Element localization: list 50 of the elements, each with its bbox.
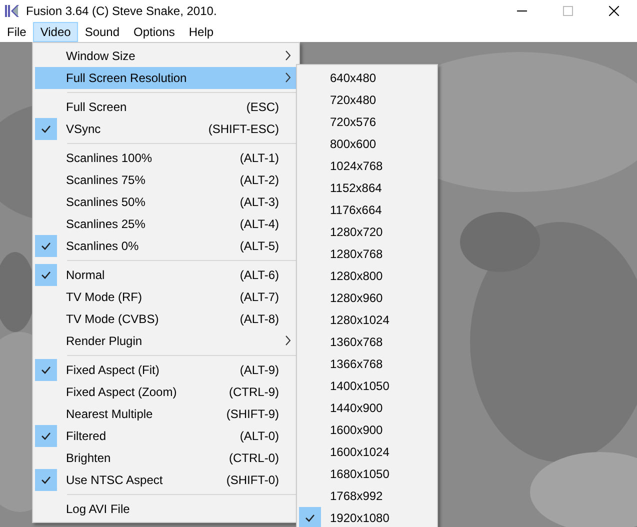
menu-item[interactable]: Render Plugin [35,330,297,352]
menu-item[interactable]: 1440x900 [299,397,435,419]
window-title: Fusion 3.64 (C) Steve Snake, 2010. [26,3,217,20]
menu-item[interactable]: Fixed Aspect (Fit) (ALT-9) [35,359,297,381]
menu-item[interactable]: Full Screen Resolution [35,67,297,89]
menu-item[interactable]: Fixed Aspect (Zoom) (CTRL-9) [35,381,297,403]
menu-item[interactable]: 1768x992 [299,485,435,507]
menu-item[interactable]: Filtered (ALT-0) [35,425,297,447]
menu-item[interactable]: Help [182,22,221,42]
menu-item[interactable]: 1024x768 [299,155,435,177]
menu-item[interactable]: 1400x1050 [299,375,435,397]
menu-item[interactable]: 720x576 [299,111,435,133]
menu-item[interactable]: Full Screen (ESC) [35,96,297,118]
menu-item[interactable]: 1280x1024 [299,309,435,331]
menu-item[interactable]: 1280x768 [299,243,435,265]
menu-item[interactable]: 1366x768 [299,353,435,375]
menu-item[interactable]: 640x480 [299,67,435,89]
menu-item[interactable]: Log AVI File [35,498,297,520]
menu-item[interactable]: Video [33,22,78,42]
menu-item[interactable]: Normal (ALT-6) [35,264,297,286]
maximize-icon [563,6,573,16]
menu-item[interactable]: 1600x1024 [299,441,435,463]
menu-item[interactable]: Options [126,22,182,42]
menu-item[interactable]: TV Mode (CVBS) (ALT-8) [35,308,297,330]
menu-item[interactable]: Use NTSC Aspect (SHIFT-0) [35,469,297,491]
menu-item[interactable]: Scanlines 100% (ALT-1) [35,147,297,169]
menu-item[interactable]: Scanlines 50% (ALT-3) [35,191,297,213]
menu-item[interactable]: File [0,22,34,42]
app-logo-icon [4,3,20,19]
close-icon [609,6,619,16]
menu-item[interactable]: 720x480 [299,89,435,111]
menu-item[interactable]: 1280x800 [299,265,435,287]
menu-item[interactable]: Sound [78,22,127,42]
menu-item[interactable]: 1176x664 [299,199,435,221]
menu-item[interactable]: TV Mode (RF) (ALT-7) [35,286,297,308]
menu-item[interactable]: Nearest Multiple (SHIFT-9) [35,403,297,425]
menu-item[interactable]: Scanlines 25% (ALT-4) [35,213,297,235]
menu-item[interactable]: Window Size [35,45,297,67]
menu-item[interactable]: 1280x720 [299,221,435,243]
menu-item[interactable]: 1680x1050 [299,463,435,485]
menu-item[interactable]: 800x600 [299,133,435,155]
menu-item[interactable]: VSync (SHIFT-ESC) [35,118,297,140]
menu-item[interactable]: 1360x768 [299,331,435,353]
menu-item[interactable]: 1280x960 [299,287,435,309]
menu-item[interactable]: Scanlines 0% (ALT-5) [35,235,297,257]
menu-item[interactable]: Brighten (CTRL-0) [35,447,297,469]
menu-item[interactable]: 1920x1080 [299,507,435,527]
menu-item[interactable]: 1152x864 [299,177,435,199]
menu-item[interactable]: Scanlines 75% (ALT-2) [35,169,297,191]
menu-item[interactable]: 1600x900 [299,419,435,441]
